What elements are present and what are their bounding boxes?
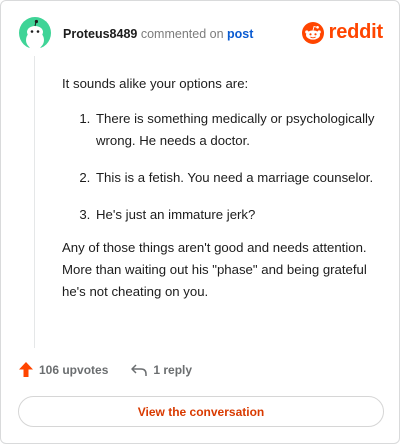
view-conversation-button[interactable]: View the conversation [18, 396, 384, 427]
comment-actions: 106 upvotes 1 reply [18, 361, 192, 378]
username[interactable]: Proteus8489 [63, 27, 137, 41]
upvote-count: 106 upvotes [39, 362, 109, 377]
post-link[interactable]: post [227, 27, 253, 41]
reddit-logo[interactable]: reddit [301, 21, 384, 44]
action-text: commented on [140, 27, 224, 41]
reply-button[interactable]: 1 reply [130, 363, 192, 377]
comment-body: It sounds alike your options are: There … [62, 73, 380, 303]
comment-header: Proteus8489 commented on post [63, 27, 253, 41]
comment-closing: Any of those things aren't good and need… [62, 240, 367, 299]
reply-arrow-icon [131, 363, 148, 376]
reply-count: 1 reply [153, 362, 193, 377]
comment-intro: It sounds alike your options are: [62, 76, 249, 91]
upvote-arrow-icon [19, 362, 33, 377]
user-avatar-icon[interactable] [19, 17, 51, 49]
list-item: This is a fetish. You need a marriage co… [94, 167, 380, 189]
list-item: He's just an immature jerk? [94, 204, 380, 226]
upvote-button[interactable]: 106 upvotes [18, 361, 108, 378]
reddit-snoo-icon [301, 21, 324, 44]
thread-line [34, 56, 35, 348]
comment-embed-card: Proteus8489 commented on post reddit It … [0, 0, 400, 444]
list-item: There is something medically or psycholo… [94, 108, 380, 152]
options-list: There is something medically or psycholo… [62, 108, 380, 226]
reddit-wordmark: reddit [328, 21, 384, 43]
